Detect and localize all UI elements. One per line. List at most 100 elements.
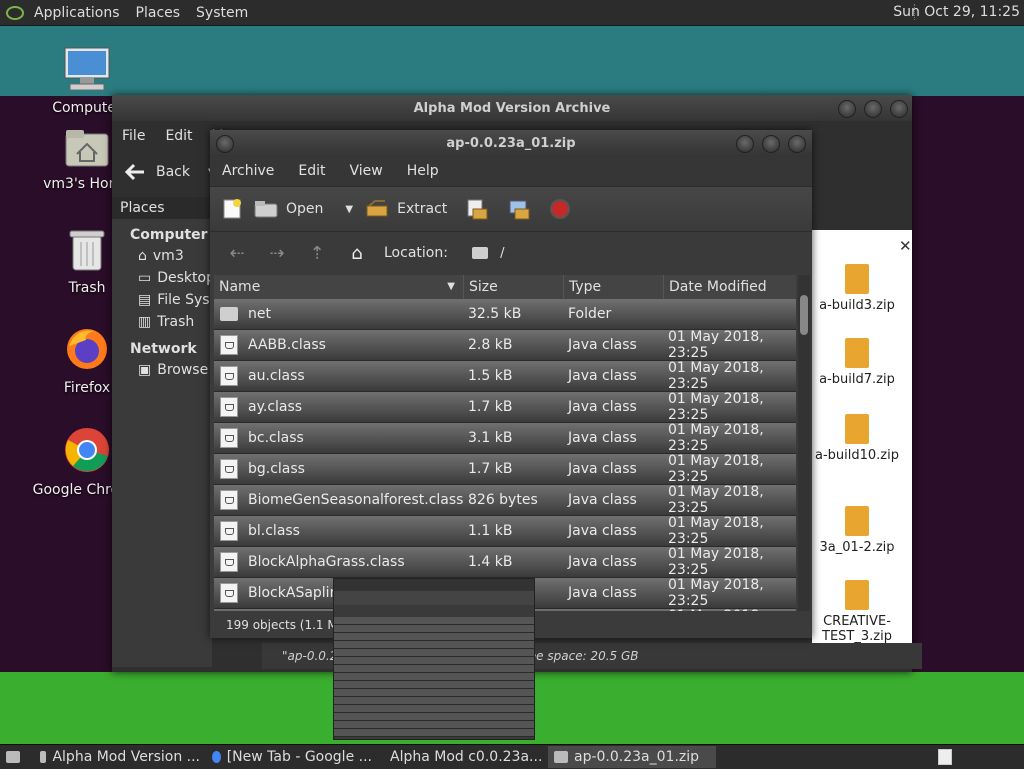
cell-type: Java class [568, 368, 637, 384]
column-header-date-modified[interactable]: Date Modified [664, 275, 796, 299]
close-pane-icon[interactable]: ✕ [899, 237, 912, 255]
back-arrow-icon[interactable]: ⇠ [224, 243, 250, 264]
sidebar-item-file-system[interactable]: ▤ File System [112, 289, 212, 311]
folder-icon [220, 307, 238, 321]
column-header-type[interactable]: Type [564, 275, 664, 299]
column-header-size[interactable]: Size [464, 275, 564, 299]
file-name: ay.class [248, 399, 303, 415]
column-label: Type [569, 279, 602, 295]
minimize-button[interactable] [736, 135, 754, 153]
table-row[interactable]: AABB.class 2.8 kB Java class 01 May 2018, 2… [214, 329, 796, 361]
open-button[interactable]: Open ▼ [254, 200, 353, 218]
system-menu[interactable]: System [188, 5, 256, 21]
menu-help[interactable]: Help [395, 163, 451, 179]
file-name: au.class [248, 368, 305, 384]
new-archive-button[interactable] [222, 198, 242, 220]
cell-type: Folder [568, 306, 612, 322]
extract-icon [366, 200, 388, 217]
java-class-file-icon [220, 428, 238, 448]
preview-row [334, 665, 534, 673]
sidebar-item-label: vm3 [152, 248, 184, 264]
places-sidebar: Places Computer ⌂ vm3 ▭ Desktop ▤ File Syst… [112, 197, 212, 667]
stop-icon [550, 199, 571, 219]
archive-titlebar[interactable]: ap-0.0.23a_01.zip [210, 130, 812, 156]
preview-locationbar [334, 605, 534, 617]
menu-view[interactable]: View [338, 163, 395, 179]
cell-name: ay.class [214, 397, 464, 417]
preview-row [334, 705, 534, 713]
table-row[interactable]: BlockAlphaGrass.class 1.4 kB Java class 01 … [214, 546, 796, 578]
cell-date-modified: 01 May 2018, 23:25 [668, 329, 764, 361]
clock[interactable]: Sun Oct 29, 11:25 [893, 4, 1020, 20]
zip-file-item[interactable]: CREATIVE-TEST_3.zip [812, 580, 902, 644]
minimize-button[interactable] [838, 100, 856, 118]
extract-button[interactable]: Extract [365, 200, 447, 218]
up-arrow-icon[interactable]: ⇡ [304, 243, 330, 264]
menu-file[interactable]: File [112, 128, 155, 144]
places-header[interactable]: Places [112, 197, 212, 219]
chrome-icon [65, 428, 109, 472]
maximize-button[interactable] [762, 135, 780, 153]
menu-archive[interactable]: Archive [210, 163, 286, 179]
taskbar-item-alpha-mod-version-archive[interactable]: Alpha Mod Version ... [34, 746, 206, 768]
show-desktop-icon [6, 751, 20, 763]
show-desktop-button[interactable] [0, 746, 34, 768]
sidebar-group-computer: Computer [130, 227, 208, 243]
scrollbar-thumb[interactable] [800, 295, 808, 335]
zip-file-item[interactable]: 3a_01-2.zip [812, 506, 902, 555]
file-manager-titlebar[interactable]: Alpha Mod Version Archive [112, 95, 912, 121]
back-button[interactable]: Back ▼ [124, 163, 216, 181]
task-label: ap-0.0.23a_01.zip [574, 749, 700, 765]
table-row[interactable]: BiomeGenSeasonalforest.class 826 bytes Jav… [214, 484, 796, 516]
zip-file-item[interactable]: a-build7.zip [812, 338, 902, 387]
window-title: Alpha Mod Version Archive [413, 100, 611, 116]
preview-row [334, 729, 534, 737]
table-row[interactable]: bl.class 1.1 kB Java class 01 May 2018, 23:… [214, 515, 796, 547]
add-folder-button[interactable] [507, 197, 531, 221]
table-row[interactable]: ay.class 1.7 kB Java class 01 May 2018, 23:… [214, 391, 796, 423]
sidebar-item-browse-network[interactable]: ▣ Browse Network [112, 359, 212, 381]
table-row[interactable]: net 32.5 kB Folder [214, 299, 796, 330]
table-row[interactable]: au.class 1.5 kB Java class 01 May 2018, 23:… [214, 360, 796, 392]
stop-button[interactable] [549, 198, 571, 220]
zip-file-item[interactable]: a-build3.zip [812, 264, 902, 313]
file-list-scrollbar[interactable] [798, 275, 810, 611]
places-menu[interactable]: Places [128, 5, 189, 21]
sidebar-item-desktop[interactable]: ▭ Desktop [112, 267, 212, 289]
add-files-button[interactable] [465, 197, 489, 221]
cell-type: Java class [568, 337, 637, 353]
distro-logo-icon[interactable] [6, 5, 24, 20]
cell-size: 32.5 kB [468, 306, 522, 322]
sort-descending-icon: ▼ [447, 281, 455, 292]
file-label: a-build7.zip [819, 372, 895, 387]
taskbar-item-new-tab-chrome[interactable]: [New Tab - Google ... [206, 746, 378, 768]
file-label: a-build10.zip [815, 448, 899, 463]
taskbar-item-alpha-mod-c0-0-23a[interactable]: Alpha Mod c0.0.23a... [378, 746, 548, 768]
home-icon[interactable]: ⌂ [344, 243, 370, 264]
menu-edit[interactable]: Edit [286, 163, 337, 179]
close-button[interactable] [890, 100, 908, 118]
table-row[interactable]: bg.class 1.7 kB Java class 01 May 2018, 23:… [214, 453, 796, 485]
forward-arrow-icon[interactable]: ⇢ [264, 243, 290, 264]
back-arrow-icon [124, 163, 144, 181]
window-menu-button[interactable] [216, 135, 234, 153]
table-row[interactable]: bc.class 3.1 kB Java class 01 May 2018, 23:… [214, 422, 796, 454]
cell-size: 826 bytes [468, 492, 538, 508]
open-dropdown-chevron-icon[interactable]: ▼ [345, 204, 353, 215]
column-header-name[interactable]: Name ▼ [214, 275, 464, 299]
task-label: Alpha Mod c0.0.23a... [390, 749, 543, 765]
taskbar-item-ap-0-0-23a-01-zip[interactable]: ap-0.0.23a_01.zip [548, 746, 716, 768]
zip-file-item[interactable]: a-build10.zip [812, 414, 902, 463]
java-class-file-icon [220, 397, 238, 417]
sidebar-item-vm3[interactable]: ⌂ vm3 [112, 245, 212, 267]
menu-edit[interactable]: Edit [155, 128, 202, 144]
sidebar-item-trash[interactable]: ▥ Trash [112, 311, 212, 333]
location-field[interactable]: / [471, 246, 504, 261]
applications-menu[interactable]: Applications [26, 5, 128, 21]
maximize-button[interactable] [864, 100, 882, 118]
workspace-switcher[interactable] [932, 746, 974, 768]
window-preview-thumbnail[interactable] [333, 578, 535, 740]
cell-size: 1.7 kB [468, 461, 513, 477]
sidebar-item-label: Browse Network [157, 362, 212, 378]
close-button[interactable] [788, 135, 806, 153]
